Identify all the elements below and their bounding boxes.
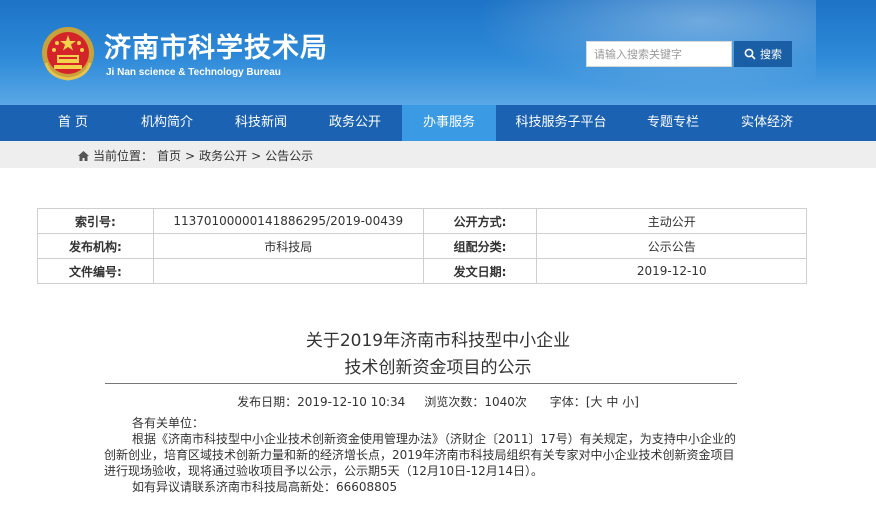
index-value: 11370100000141886295/2019-00439 bbox=[152, 208, 424, 234]
article-title-line-1: 关于2019年济南市科技型中小企业 bbox=[305, 331, 571, 351]
font-size-label: 字体： bbox=[549, 395, 586, 409]
font-size-medium[interactable]: 中 bbox=[606, 395, 618, 409]
publish-date-value: 2019-12-10 10:34 bbox=[297, 395, 406, 409]
font-size-small[interactable]: 小 bbox=[622, 395, 634, 409]
nav-item-special-topics[interactable]: 专题专栏 bbox=[626, 105, 720, 141]
breadcrumb-bar: 当前位置： 首页 > 政务公开 > 公告公示 bbox=[0, 141, 876, 168]
national-emblem-icon bbox=[42, 27, 94, 81]
view-count-label: 浏览次数： bbox=[424, 395, 485, 409]
site-subtitle: Ji Nan science & Technology Bureau bbox=[106, 67, 281, 78]
font-size-large[interactable]: 大 bbox=[591, 395, 603, 409]
table-row: 发布机构: 市科技局 组配分类: 公示公告 bbox=[37, 233, 807, 259]
issue-date-value: 2019-12-10 bbox=[536, 258, 807, 284]
publish-date-label: 发布日期： bbox=[237, 395, 298, 409]
breadcrumb-separator: > bbox=[251, 148, 262, 163]
nav-item-home[interactable]: 首 页 bbox=[26, 105, 120, 141]
nav-item-real-economy[interactable]: 实体经济 bbox=[720, 105, 814, 141]
nav-item-about[interactable]: 机构简介 bbox=[120, 105, 214, 141]
table-row: 索引号: 11370100000141886295/2019-00439 公开方… bbox=[37, 208, 807, 234]
title-divider bbox=[105, 383, 737, 384]
article-title-line-2: 技术创新资金项目的公示 bbox=[344, 358, 532, 378]
site-title: 济南市科学技术局 bbox=[104, 33, 328, 64]
main-nav: 首 页 机构简介 科技新闻 政务公开 办事服务 科技服务子平台 专题专栏 实体经… bbox=[0, 105, 876, 141]
search-button-label: 搜索 bbox=[760, 48, 782, 61]
breadcrumb: 当前位置： 首页 > 政务公开 > 公告公示 bbox=[78, 147, 313, 164]
issue-date-label: 发文日期: bbox=[422, 258, 538, 284]
font-size-bracket: ] bbox=[634, 395, 639, 409]
nav-item-gov-affairs[interactable]: 政务公开 bbox=[308, 105, 402, 141]
search-button[interactable]: 搜索 bbox=[734, 41, 792, 67]
document-meta-table: 索引号: 11370100000141886295/2019-00439 公开方… bbox=[37, 208, 807, 284]
breadcrumb-home[interactable]: 首页 bbox=[157, 147, 181, 164]
home-icon bbox=[78, 150, 89, 161]
open-mode-value: 主动公开 bbox=[536, 208, 807, 234]
breadcrumb-separator: > bbox=[185, 148, 196, 163]
table-row: 文件编号: 发文日期: 2019-12-10 bbox=[37, 258, 807, 284]
search-input[interactable] bbox=[586, 41, 732, 67]
article-contact: 如有异议请联系济南市科技局高新处：66608805 bbox=[132, 480, 398, 494]
index-label: 索引号: bbox=[37, 208, 154, 234]
article-info-bar: 发布日期：2019-12-10 10:34 浏览次数：1040次 字体：[大 中… bbox=[0, 393, 876, 410]
publisher-label: 发布机构: bbox=[37, 233, 154, 259]
article-salutation: 各有关单位： bbox=[132, 416, 205, 430]
nav-item-services[interactable]: 办事服务 bbox=[402, 105, 496, 141]
view-count-value: 1040次 bbox=[484, 395, 527, 409]
nav-item-service-platform[interactable]: 科技服务子平台 bbox=[496, 105, 626, 141]
open-mode-label: 公开方式: bbox=[422, 208, 538, 234]
breadcrumb-current[interactable]: 公告公示 bbox=[265, 147, 313, 164]
site-header: 济南市科学技术局 Ji Nan science & Technology Bur… bbox=[0, 0, 876, 105]
search-icon bbox=[744, 48, 756, 60]
breadcrumb-section[interactable]: 政务公开 bbox=[199, 147, 247, 164]
doc-number-label: 文件编号: bbox=[37, 258, 154, 284]
article-body: 各有关单位： 根据《济南市科技型中小企业技术创新资金使用管理办法》（济财企〔20… bbox=[104, 415, 744, 495]
nav-item-news[interactable]: 科技新闻 bbox=[214, 105, 308, 141]
category-label: 组配分类: bbox=[422, 233, 538, 259]
breadcrumb-prefix: 当前位置： bbox=[93, 149, 154, 163]
article-paragraph: 根据《济南市科技型中小企业技术创新资金使用管理办法》（济财企〔2011〕17号）… bbox=[104, 432, 736, 478]
category-value: 公示公告 bbox=[536, 233, 807, 259]
doc-number-value bbox=[152, 258, 424, 284]
publisher-value: 市科技局 bbox=[152, 233, 424, 259]
